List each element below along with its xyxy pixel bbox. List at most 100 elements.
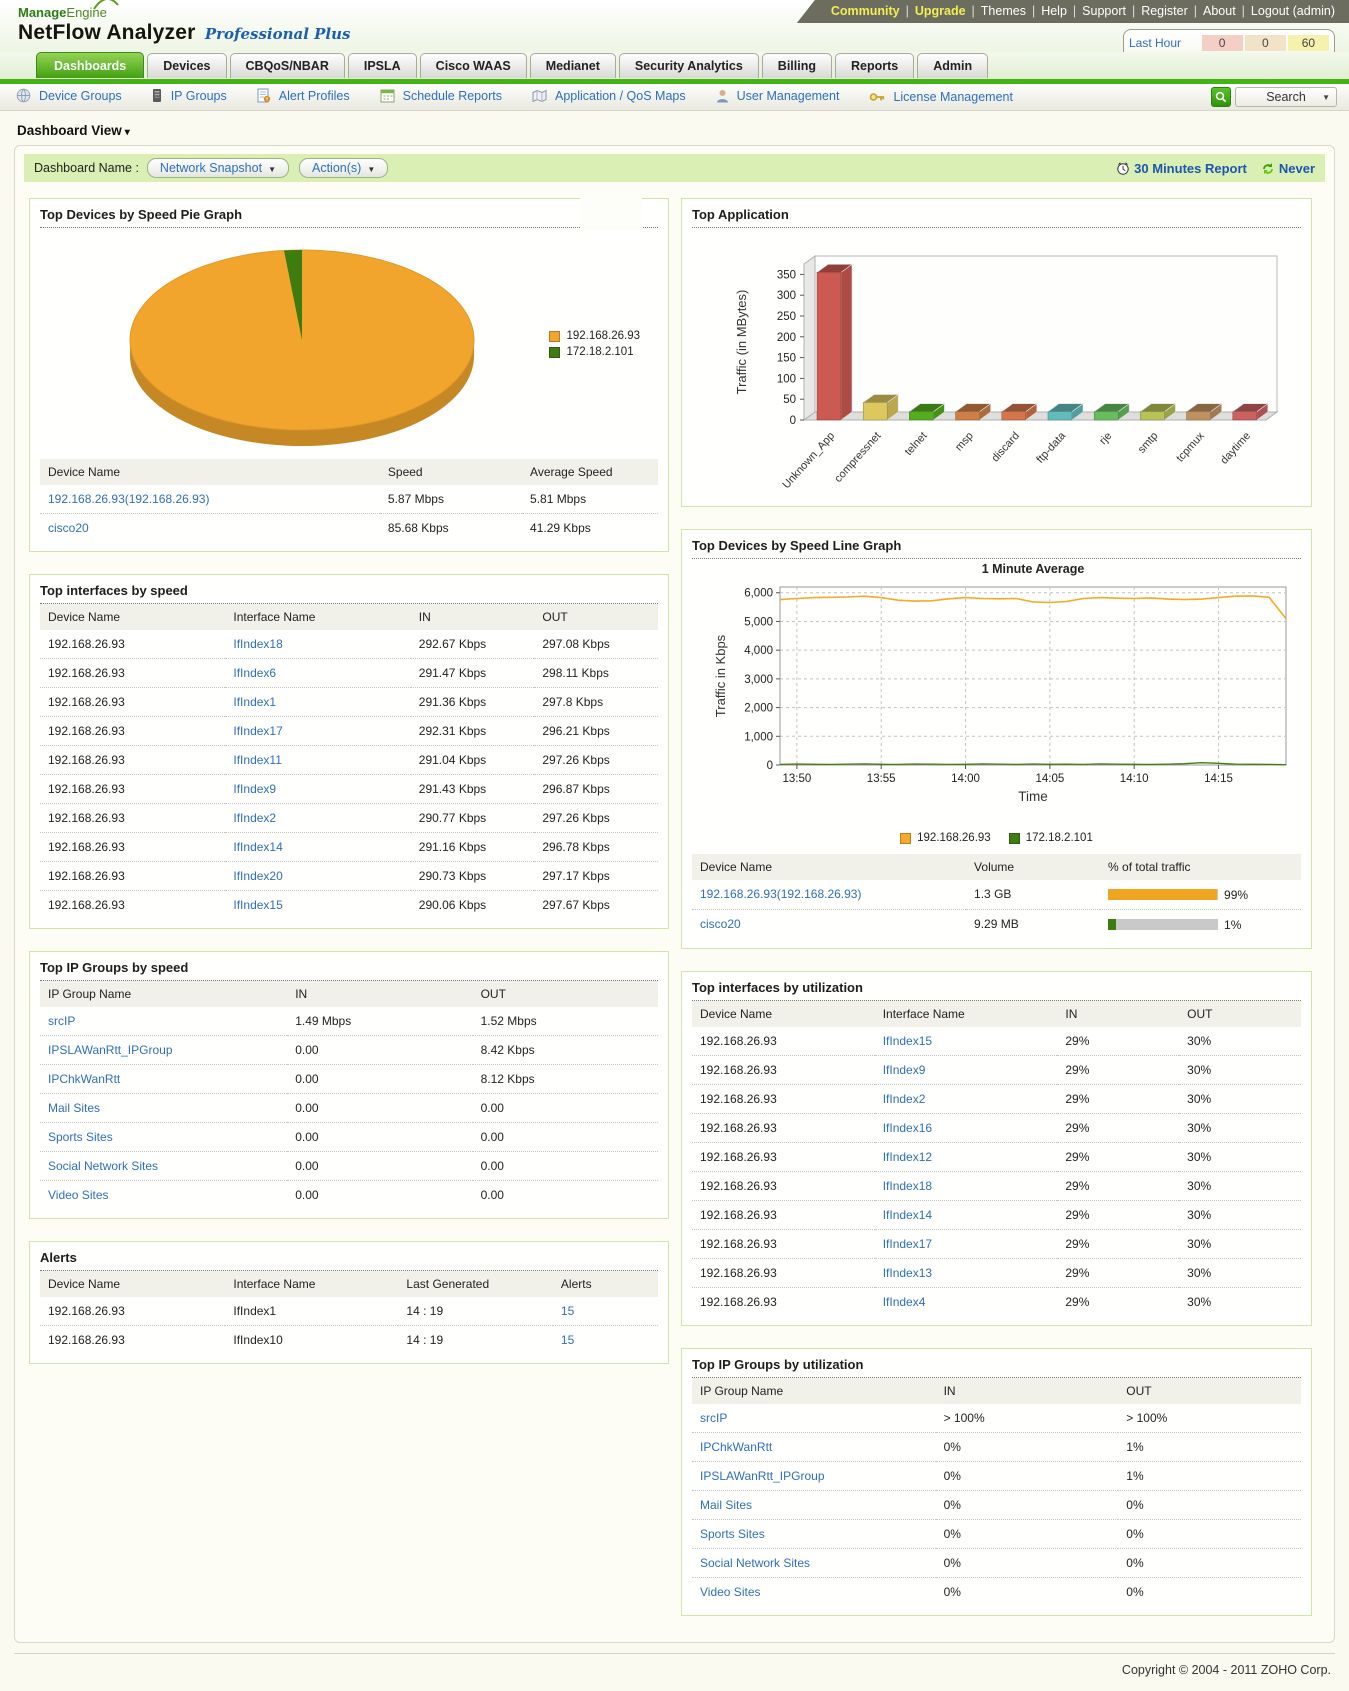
table-link[interactable]: IfIndex2 xyxy=(233,811,276,825)
table-cell: 192.168.26.93 xyxy=(40,659,225,688)
tab-devices[interactable]: Devices xyxy=(147,53,226,78)
table-link[interactable]: 15 xyxy=(561,1333,574,1347)
minutes-report-link[interactable]: 30 Minutes Report xyxy=(1134,161,1247,176)
table-cell: 30% xyxy=(1179,1287,1301,1316)
table-link[interactable]: Mail Sites xyxy=(700,1498,752,1512)
table-link[interactable]: IPChkWanRtt xyxy=(48,1072,120,1086)
svg-text:100: 100 xyxy=(777,373,796,385)
actions-button[interactable]: Action(s)▼ xyxy=(299,158,388,178)
table-link[interactable]: IfIndex20 xyxy=(233,869,282,883)
table-link[interactable]: IfIndex16 xyxy=(883,1121,932,1135)
table-link[interactable]: IfIndex12 xyxy=(883,1150,932,1164)
table-link[interactable]: IfIndex13 xyxy=(883,1266,932,1280)
table-link[interactable]: Video Sites xyxy=(700,1585,761,1599)
table-cell: 297.26 Kbps xyxy=(534,746,658,775)
table-link[interactable]: IfIndex6 xyxy=(233,666,276,680)
panel-title: Top IP Groups by utilization xyxy=(692,1357,1301,1378)
table-cell: IfIndex10 xyxy=(225,1326,398,1355)
table-link[interactable]: IfIndex18 xyxy=(233,637,282,651)
table-row: Sports Sites0.000.00 xyxy=(40,1123,658,1152)
search-button[interactable] xyxy=(1211,87,1231,107)
tab-cbqos-nbar[interactable]: CBQoS/NBAR xyxy=(230,53,345,78)
table-link[interactable]: IfIndex18 xyxy=(883,1179,932,1193)
svg-text:1,000: 1,000 xyxy=(744,731,773,743)
legend-swatch-icon xyxy=(549,331,560,342)
tab-ipsla[interactable]: IPSLA xyxy=(348,53,417,78)
subnav-item-ip-groups[interactable]: IP Groups xyxy=(152,88,227,103)
table-link[interactable]: Mail Sites xyxy=(48,1101,100,1115)
table-link[interactable]: 192.168.26.93(192.168.26.93) xyxy=(700,887,861,901)
subnav-item-user-management[interactable]: User Management xyxy=(716,89,840,103)
panel-devices-speed-line: Top Devices by Speed Line Graph 1 Minute… xyxy=(681,529,1312,949)
table-link[interactable]: cisco20 xyxy=(700,917,741,931)
table-cell: 192.168.26.93 xyxy=(40,804,225,833)
alert-count[interactable]: 0 xyxy=(1202,35,1243,51)
subnav-item-schedule-reports[interactable]: Schedule Reports xyxy=(380,88,502,103)
table-link[interactable]: IfIndex15 xyxy=(233,898,282,912)
top-link-help[interactable]: Help xyxy=(1041,4,1067,18)
tab-cisco-waas[interactable]: Cisco WAAS xyxy=(420,53,527,78)
table-link[interactable]: IPChkWanRtt xyxy=(700,1440,772,1454)
table-link[interactable]: IfIndex15 xyxy=(883,1034,932,1048)
table-link[interactable]: IfIndex9 xyxy=(233,782,276,796)
top-link-upgrade[interactable]: Upgrade xyxy=(915,4,966,18)
table-link[interactable]: 192.168.26.93(192.168.26.93) xyxy=(48,492,209,506)
table-link[interactable]: IfIndex14 xyxy=(233,840,282,854)
table-row: 192.168.26.93IfIndex15290.06 Kbps297.67 … xyxy=(40,891,658,920)
search-input[interactable]: Search ▼ xyxy=(1235,87,1337,107)
alert-summary-label-last-hour[interactable]: Last Hour xyxy=(1129,36,1200,50)
dashboard-view-heading[interactable]: Dashboard View▾ xyxy=(17,123,1349,138)
table-link[interactable]: IfIndex11 xyxy=(233,753,281,767)
refresh-interval-link[interactable]: Never xyxy=(1279,161,1315,176)
table-link[interactable]: IfIndex17 xyxy=(883,1237,932,1251)
subnav-item-alert-profiles[interactable]: Alert Profiles xyxy=(257,88,350,103)
table-link[interactable]: Social Network Sites xyxy=(48,1159,158,1173)
table-cell: 0% xyxy=(936,1519,1119,1548)
subnav-item-license-management[interactable]: License Management xyxy=(869,90,1013,104)
panel-title: Top Devices by Speed Pie Graph xyxy=(40,207,658,228)
top-link-themes[interactable]: Themes xyxy=(981,4,1026,18)
table-row: 192.168.26.93IfIndex114 : 1915 xyxy=(40,1297,658,1326)
alert-count[interactable]: 0 xyxy=(1245,35,1286,51)
tab-dashboards[interactable]: Dashboards xyxy=(36,52,144,78)
table-link[interactable]: 15 xyxy=(561,1304,574,1318)
tab-admin[interactable]: Admin xyxy=(917,53,988,78)
table-link[interactable]: IfIndex14 xyxy=(883,1208,932,1222)
table-link[interactable]: IfIndex2 xyxy=(883,1092,926,1106)
top-link-register[interactable]: Register xyxy=(1141,4,1188,18)
table-cell: 30% xyxy=(1179,1142,1301,1171)
table-link[interactable]: IfIndex4 xyxy=(883,1295,926,1309)
subnav-item-application-qos-maps[interactable]: Application / QoS Maps xyxy=(532,89,686,103)
table-link[interactable]: IPSLAWanRtt_IPGroup xyxy=(700,1469,825,1483)
tab-billing[interactable]: Billing xyxy=(762,53,832,78)
table-cell: 0.00 xyxy=(473,1152,658,1181)
table-link[interactable]: srcIP xyxy=(700,1411,727,1425)
alert-count[interactable]: 60 xyxy=(1288,35,1329,51)
top-link-logout-admin[interactable]: Logout (admin) xyxy=(1251,4,1335,18)
table-link[interactable]: Social Network Sites xyxy=(700,1556,810,1570)
table-row: cisco2085.68 Kbps41.29 Kbps xyxy=(40,514,658,543)
percentage-label: 99% xyxy=(1224,888,1248,902)
table-link[interactable]: Sports Sites xyxy=(700,1527,765,1541)
subnav-item-device-groups[interactable]: Device Groups xyxy=(16,88,122,103)
top-link-community[interactable]: Community xyxy=(831,4,900,18)
dashboard-name-select[interactable]: Network Snapshot▼ xyxy=(147,158,289,178)
tab-security-analytics[interactable]: Security Analytics xyxy=(619,53,759,78)
dashboard-name-label: Dashboard Name : xyxy=(34,161,139,175)
table-link[interactable]: IfIndex9 xyxy=(883,1063,926,1077)
table-link[interactable]: IfIndex1 xyxy=(233,695,276,709)
tab-medianet[interactable]: Medianet xyxy=(530,53,616,78)
table-row: srcIP1.49 Mbps1.52 Mbps xyxy=(40,1007,658,1036)
top-link-about[interactable]: About xyxy=(1203,4,1236,18)
table-link[interactable]: Sports Sites xyxy=(48,1130,113,1144)
table-link[interactable]: Video Sites xyxy=(48,1188,109,1202)
table-link[interactable]: IPSLAWanRtt_IPGroup xyxy=(48,1043,173,1057)
table-link[interactable]: srcIP xyxy=(48,1014,75,1028)
table-link[interactable]: IfIndex17 xyxy=(233,724,282,738)
tab-reports[interactable]: Reports xyxy=(835,53,914,78)
table-link[interactable]: cisco20 xyxy=(48,521,89,535)
column-header: Device Name xyxy=(40,1271,225,1297)
top-link-support[interactable]: Support xyxy=(1082,4,1126,18)
table-cell: 0.00 xyxy=(287,1181,472,1210)
column-header: IN xyxy=(287,981,472,1007)
